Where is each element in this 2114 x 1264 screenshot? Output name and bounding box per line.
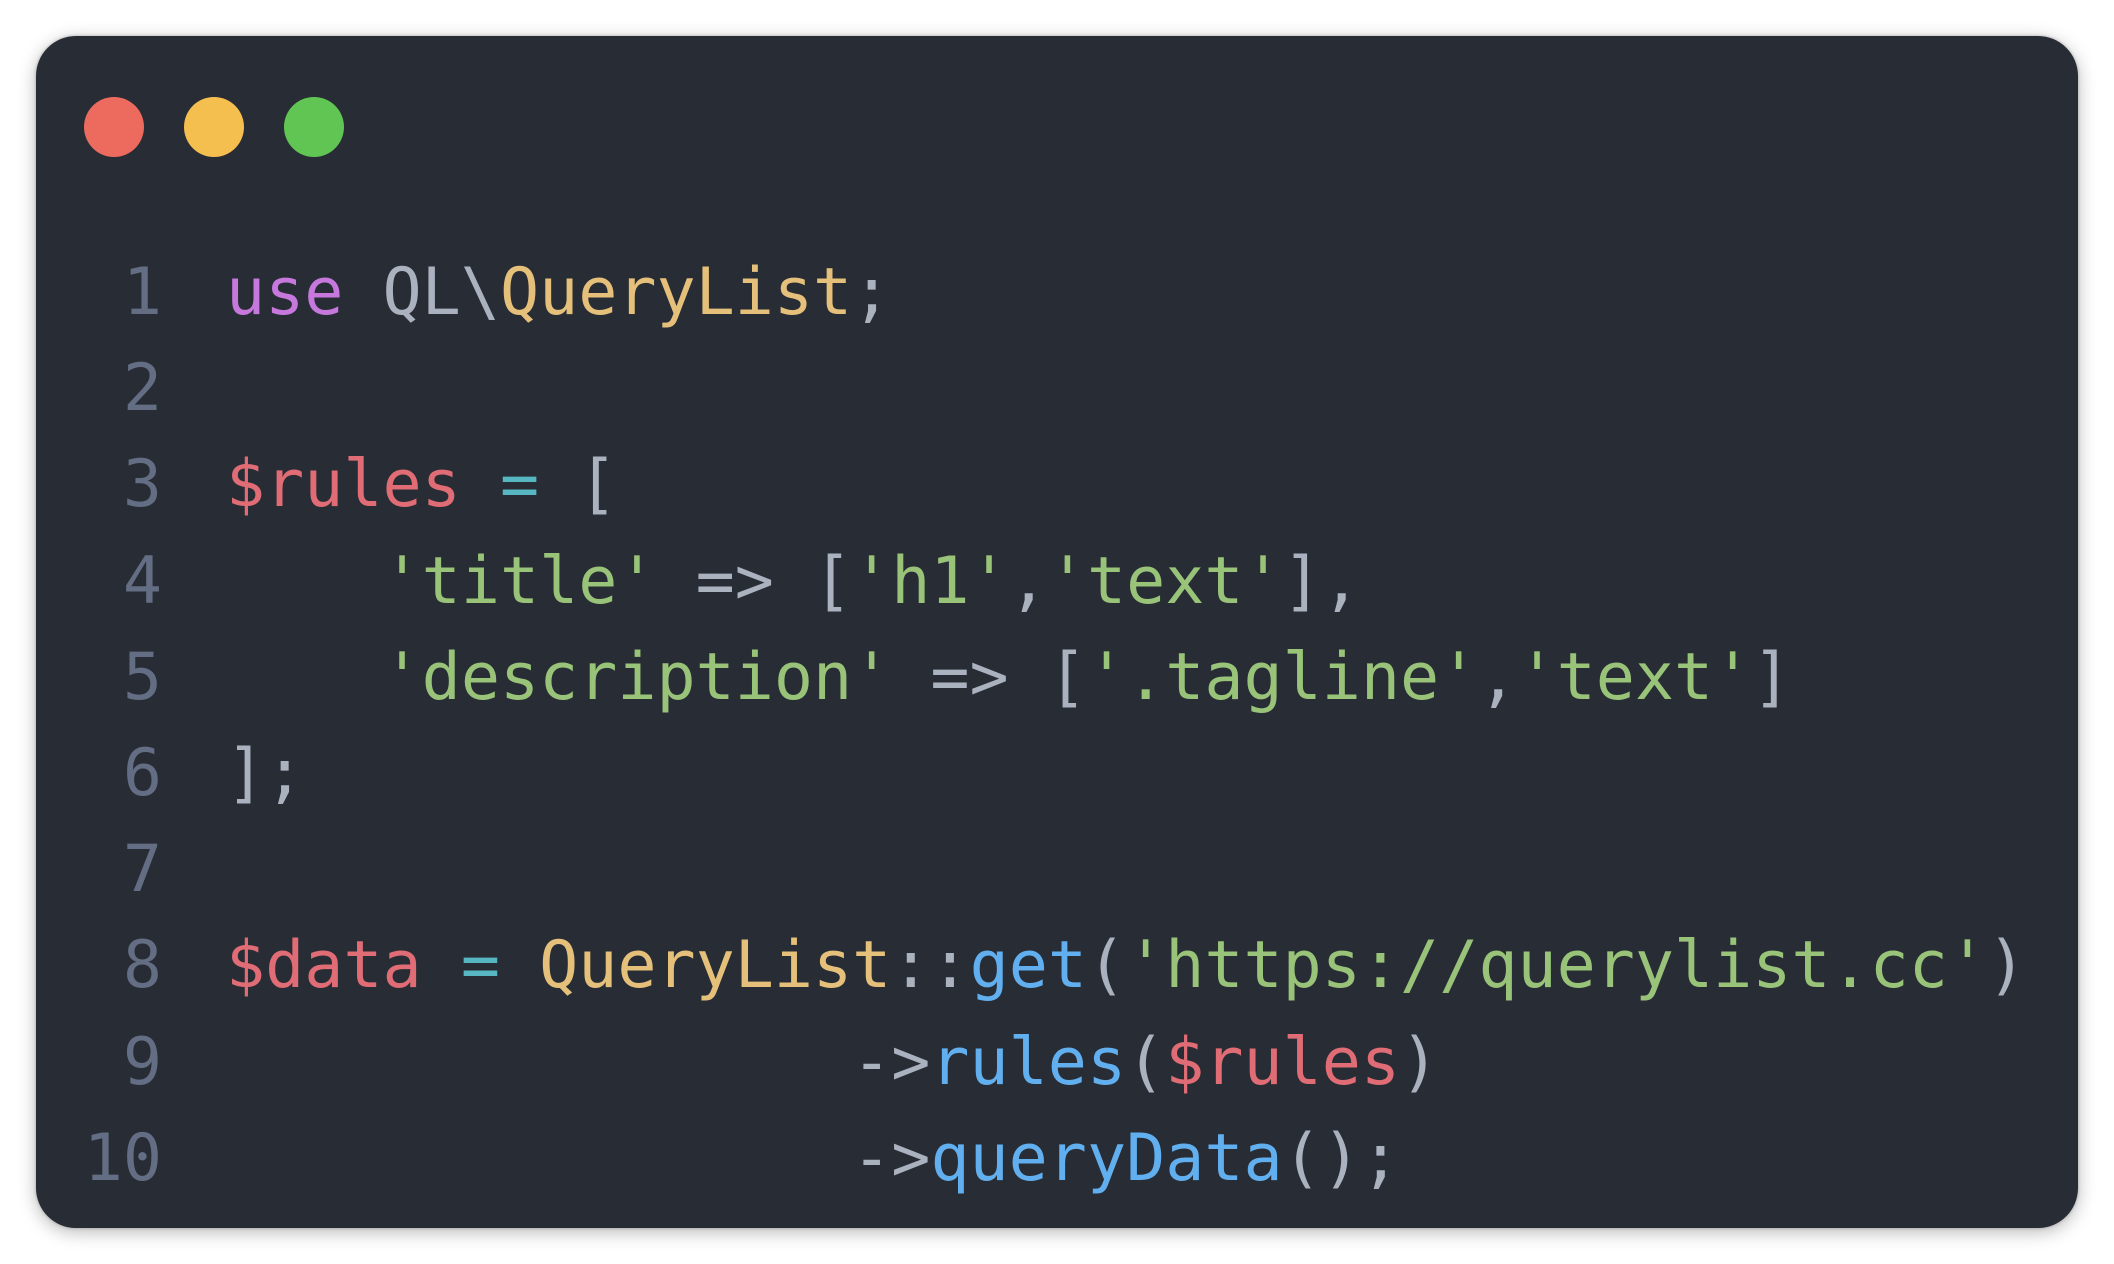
- token-punctuation: [422, 928, 461, 1003]
- token-variable: $rules: [226, 447, 461, 523]
- line-number: 9: [122, 1024, 162, 1100]
- token-string: '.tagline': [1086, 639, 1479, 715]
- token-punctuation: [226, 640, 383, 715]
- token-punctuation: [226, 544, 383, 619]
- line-number: 1: [122, 255, 162, 330]
- token-punctuation: ],: [1282, 543, 1361, 619]
- code-line: 9 ->rules($rules): [36, 1015, 2026, 1111]
- code-line: 10 ->queryData();: [36, 1111, 2026, 1207]
- line-code: $data = QueryList::get('https://querylis…: [162, 918, 2026, 1014]
- token-variable: $rules: [1165, 1024, 1401, 1100]
- token-punctuation: (: [1126, 1024, 1166, 1100]
- token-punctuation: [: [539, 447, 618, 523]
- code-line: 4 'title' => ['h1','text'],: [36, 534, 2026, 630]
- token-punctuation: ): [1400, 1024, 1440, 1100]
- line-number: 5: [122, 639, 162, 715]
- code-line: 2: [36, 341, 2026, 437]
- token-punctuation: [461, 447, 500, 522]
- token-punctuation: (: [1086, 928, 1127, 1004]
- token-variable: $data: [226, 928, 422, 1004]
- maximize-button[interactable]: [284, 97, 344, 157]
- code-line: 7: [36, 822, 2026, 918]
- token-punctuation: ;: [852, 255, 892, 330]
- line-code: ->rules($rules): [162, 1015, 1439, 1111]
- line-code: 'title' => ['h1','text'],: [162, 534, 1361, 630]
- line-code: ->queryData();: [162, 1111, 1400, 1207]
- token-string: 'description': [382, 639, 892, 715]
- line-code: ];: [162, 726, 304, 822]
- token-punctuation: [500, 928, 539, 1003]
- code-line: 3 $rules = [: [36, 437, 2026, 533]
- line-number: 7: [122, 832, 162, 908]
- token-punctuation: ): [1987, 928, 2027, 1004]
- token-punctuation: => [: [656, 543, 853, 619]
- code-line: 1 use QL\QueryList;: [36, 245, 2026, 341]
- line-code: 'description' => ['.tagline','text']: [162, 630, 1792, 726]
- token-operator: =: [499, 447, 540, 523]
- code-line: 6];: [36, 726, 2026, 822]
- code-window: 1 use QL\QueryList; 2 3 $rules = [4 'title' …: [36, 36, 2078, 1228]
- token-string: 'h1': [852, 543, 1009, 619]
- line-number: 10: [83, 1120, 162, 1196]
- token-punctuation: => [: [891, 639, 1087, 715]
- minimize-button[interactable]: [184, 97, 244, 157]
- line-number: 4: [122, 543, 162, 619]
- token-punctuation: ,: [1478, 639, 1518, 715]
- token-punctuation: ();: [1282, 1120, 1401, 1196]
- close-button[interactable]: [84, 97, 144, 157]
- token-string: 'text': [1047, 543, 1283, 619]
- code-line: 8 $data = QueryList::get('https://queryli…: [36, 918, 2026, 1014]
- token-punctuation: ]: [1752, 639, 1792, 715]
- line-number: 6: [122, 735, 162, 811]
- line-number: 2: [122, 351, 162, 427]
- token-keyword: use: [226, 255, 344, 330]
- line-number: 3: [122, 447, 162, 523]
- token-string: 'text': [1517, 639, 1753, 715]
- token-punctuation: ,: [1008, 543, 1048, 619]
- token-function: get: [969, 928, 1087, 1004]
- code-block: 1 use QL\QueryList; 2 3 $rules = [4 'title' …: [36, 245, 2026, 1207]
- token-punctuation: ->: [226, 1024, 931, 1100]
- token-class-name: QueryList: [499, 255, 853, 330]
- token-punctuation: ];: [226, 735, 305, 811]
- token-class-name: QueryList: [539, 928, 892, 1004]
- line-code: $rules = [: [162, 437, 617, 533]
- token-function: rules: [930, 1024, 1127, 1100]
- code-line: 5 'description' => ['.tagline','text']: [36, 630, 2026, 726]
- token-punctuation: ::: [891, 928, 970, 1004]
- token-function: queryData: [930, 1120, 1283, 1196]
- token-punctuation: ->: [226, 1120, 931, 1196]
- token-punctuation: QL\: [343, 255, 500, 330]
- line-number: 8: [122, 928, 162, 1004]
- line-code: use QL\QueryList;: [162, 245, 891, 341]
- token-string: 'title': [382, 543, 657, 619]
- token-operator: =: [460, 928, 500, 1004]
- token-string: 'https://querylist.cc': [1126, 928, 1988, 1004]
